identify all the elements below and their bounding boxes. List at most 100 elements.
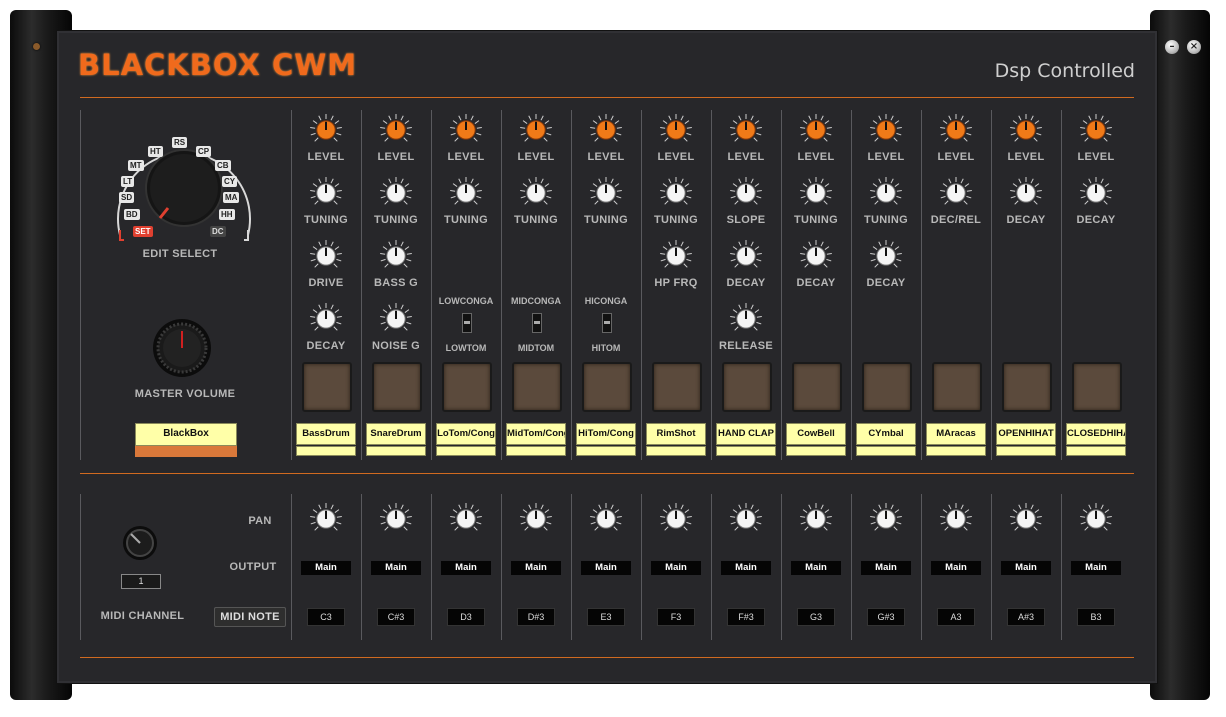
mode-switch[interactable] (462, 313, 472, 333)
edit-select-mt[interactable]: MT (128, 160, 144, 171)
minimize-icon[interactable]: – (1165, 40, 1179, 54)
knob-level[interactable] (1079, 113, 1113, 147)
trigger-pad[interactable] (722, 362, 772, 412)
channel-name-field[interactable]: MAracas (926, 423, 986, 445)
channel-name-field[interactable]: HAND CLAP (716, 423, 776, 445)
channel-name-field[interactable]: CLOSEDHIHAT (1066, 423, 1126, 445)
channel-name-field[interactable]: BassDrum (296, 423, 356, 445)
trigger-pad[interactable] (652, 362, 702, 412)
output-select[interactable]: Main (791, 561, 841, 575)
knob-release[interactable] (729, 302, 763, 336)
edit-select-cb[interactable]: CB (215, 160, 231, 171)
knob-tuning[interactable] (869, 176, 903, 210)
knob-level[interactable] (659, 113, 693, 147)
output-select[interactable]: Main (721, 561, 771, 575)
knob-level[interactable] (1009, 113, 1043, 147)
pan-knob[interactable] (589, 502, 623, 536)
knob-slope[interactable] (729, 176, 763, 210)
knob-decay[interactable] (1009, 176, 1043, 210)
knob-tuning[interactable] (659, 176, 693, 210)
mode-switch[interactable] (602, 313, 612, 333)
knob-drive[interactable] (309, 239, 343, 273)
channel-name-field[interactable]: HiTom/Cong (576, 423, 636, 445)
knob-tuning[interactable] (309, 176, 343, 210)
output-select[interactable]: Main (651, 561, 701, 575)
trigger-pad[interactable] (1002, 362, 1052, 412)
knob-level[interactable] (799, 113, 833, 147)
knob-dec-rel[interactable] (939, 176, 973, 210)
knob-level[interactable] (729, 113, 763, 147)
output-select[interactable]: Main (301, 561, 351, 575)
pan-knob[interactable] (869, 502, 903, 536)
knob-tuning[interactable] (589, 176, 623, 210)
knob-hp-frq[interactable] (659, 239, 693, 273)
channel-name-field[interactable]: MidTom/Cong (506, 423, 566, 445)
knob-noise-g[interactable] (379, 302, 413, 336)
knob-bass-g[interactable] (379, 239, 413, 273)
edit-select-sd[interactable]: SD (119, 192, 135, 203)
channel-name-field[interactable]: RimShot (646, 423, 706, 445)
trigger-pad[interactable] (1072, 362, 1122, 412)
pan-knob[interactable] (939, 502, 973, 536)
edit-select-cp[interactable]: CP (196, 146, 212, 157)
knob-decay[interactable] (309, 302, 343, 336)
knob-tuning[interactable] (519, 176, 553, 210)
output-select[interactable]: Main (931, 561, 981, 575)
pan-knob[interactable] (379, 502, 413, 536)
channel-name-field[interactable]: CowBell (786, 423, 846, 445)
trigger-pad[interactable] (932, 362, 982, 412)
trigger-pad[interactable] (302, 362, 352, 412)
edit-select-rs[interactable]: RS (172, 137, 188, 148)
knob-decay[interactable] (1079, 176, 1113, 210)
knob-tuning[interactable] (379, 176, 413, 210)
channel-name-field[interactable]: LoTom/Cong (436, 423, 496, 445)
mode-switch[interactable] (532, 313, 542, 333)
output-select[interactable]: Main (1071, 561, 1121, 575)
close-icon[interactable]: × (1187, 40, 1201, 54)
knob-level[interactable] (869, 113, 903, 147)
edit-select-set[interactable]: SET (133, 226, 153, 237)
pan-knob[interactable] (729, 502, 763, 536)
knob-level[interactable] (519, 113, 553, 147)
preset-name-field[interactable]: BlackBox (135, 423, 237, 446)
edit-select-ma[interactable]: MA (223, 192, 240, 203)
pan-knob[interactable] (309, 502, 343, 536)
knob-level[interactable] (939, 113, 973, 147)
midi-channel-knob[interactable] (121, 524, 159, 562)
trigger-pad[interactable] (442, 362, 492, 412)
edit-select-hh[interactable]: HH (219, 209, 235, 220)
knob-decay[interactable] (799, 239, 833, 273)
pan-knob[interactable] (519, 502, 553, 536)
trigger-pad[interactable] (792, 362, 842, 412)
pan-knob[interactable] (1079, 502, 1113, 536)
edit-select-bd[interactable]: BD (124, 209, 140, 220)
edit-select-cy[interactable]: CY (222, 176, 238, 187)
output-select[interactable]: Main (511, 561, 561, 575)
knob-level[interactable] (449, 113, 483, 147)
pan-knob[interactable] (449, 502, 483, 536)
trigger-pad[interactable] (512, 362, 562, 412)
knob-decay[interactable] (729, 239, 763, 273)
knob-level[interactable] (589, 113, 623, 147)
midi-note-button[interactable]: MIDI NOTE (214, 607, 286, 627)
knob-decay[interactable] (869, 239, 903, 273)
midi-channel-value[interactable]: 1 (121, 574, 161, 589)
master-volume-knob[interactable] (152, 318, 212, 378)
output-select[interactable]: Main (861, 561, 911, 575)
edit-select-ht[interactable]: HT (148, 146, 163, 157)
output-select[interactable]: Main (441, 561, 491, 575)
trigger-pad[interactable] (372, 362, 422, 412)
knob-level[interactable] (379, 113, 413, 147)
pan-knob[interactable] (1009, 502, 1043, 536)
output-select[interactable]: Main (581, 561, 631, 575)
output-select[interactable]: Main (371, 561, 421, 575)
trigger-pad[interactable] (862, 362, 912, 412)
edit-select-lt[interactable]: LT (121, 176, 135, 187)
knob-level[interactable] (309, 113, 343, 147)
channel-name-field[interactable]: SnareDrum (366, 423, 426, 445)
trigger-pad[interactable] (582, 362, 632, 412)
channel-name-field[interactable]: CYmbal (856, 423, 916, 445)
edit-select-dc[interactable]: DC (210, 226, 226, 237)
channel-name-field[interactable]: OPENHIHAT (996, 423, 1056, 445)
pan-knob[interactable] (799, 502, 833, 536)
